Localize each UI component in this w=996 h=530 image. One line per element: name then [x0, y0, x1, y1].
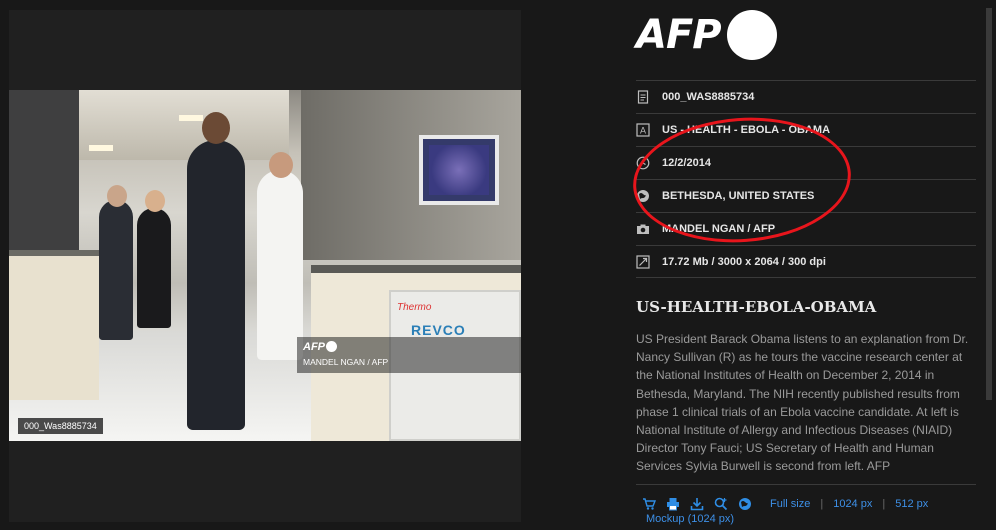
separator: | [820, 498, 824, 510]
print-icon[interactable] [666, 497, 680, 511]
globe-icon[interactable] [738, 497, 752, 511]
metadata-row-credit: MANDEL NGAN / AFP [636, 212, 976, 245]
photo-person [257, 170, 303, 360]
scrollbar[interactable] [986, 8, 992, 400]
main-photo[interactable]: Thermo REVCO AFP MANDEL NGAN / AFP 000_W… [9, 90, 521, 441]
globe-icon [636, 189, 650, 203]
article-description: US President Barack Obama listens to an … [636, 332, 969, 474]
page: Thermo REVCO AFP MANDEL NGAN / AFP 000_W… [0, 0, 996, 530]
metadata-value: BETHESDA, UNITED STATES [662, 190, 815, 202]
photo-head [269, 152, 293, 178]
metadata-row-location: BETHESDA, UNITED STATES [636, 179, 976, 212]
metadata-value: 12/2/2014 [662, 157, 711, 169]
metadata-value: MANDEL NGAN / AFP [662, 223, 776, 235]
watermark-credit: MANDEL NGAN / AFP [303, 357, 389, 367]
photo-id-tag: 000_Was8885734 [18, 418, 103, 434]
separator: | [882, 498, 886, 510]
download-icon[interactable] [690, 497, 704, 511]
photo-head [145, 190, 165, 212]
zoom-in-icon[interactable] [714, 497, 728, 511]
full-size-link[interactable]: Full size [770, 498, 810, 510]
machine-brand: Thermo [397, 302, 432, 313]
machine-label: REVCO [411, 322, 466, 338]
photo-bench-left [9, 250, 99, 400]
resize-icon [636, 254, 650, 269]
svg-text:A: A [640, 126, 646, 136]
metadata-value: US - HEALTH - EBOLA - OBAMA [662, 124, 831, 136]
metadata-list: 000_WAS8885734 A US - HEALTH - EBOLA - O… [636, 80, 976, 278]
photo-head [202, 112, 230, 144]
clock-icon [636, 156, 650, 170]
action-bar: Full size | 1024 px | 512 px Mockup (102… [636, 484, 976, 525]
camera-icon [636, 222, 650, 236]
metadata-row-filesize: 17.72 Mb / 3000 x 2064 / 300 dpi [636, 245, 976, 278]
size-1024-link[interactable]: 1024 px [833, 498, 872, 510]
photo-head [107, 185, 127, 207]
metadata-row-keywords: A US - HEALTH - EBOLA - OBAMA [636, 113, 976, 146]
logo-text: AFP [636, 12, 722, 58]
article-title: US-HEALTH-EBOLA-OBAMA [636, 298, 877, 316]
metadata-row-id: 000_WAS8885734 [636, 80, 976, 113]
photo-person [187, 140, 245, 430]
photo-person [99, 200, 133, 340]
photo-person [137, 208, 171, 328]
metadata-row-date: 12/2/2014 [636, 146, 976, 179]
text-icon: A [636, 123, 650, 137]
metadata-value: 000_WAS8885734 [662, 91, 755, 103]
photo-watermark: AFP MANDEL NGAN / AFP [297, 337, 521, 373]
metadata-value: 17.72 Mb / 3000 x 2064 / 300 dpi [662, 255, 826, 268]
photo-light [179, 115, 203, 121]
action-row: Full size | 1024 px | 512 px [642, 495, 976, 513]
afp-logo[interactable]: AFP [636, 10, 777, 60]
details-panel: AFP 000_WAS8885734 A US - HEALTH - EBOLA… [636, 0, 976, 530]
watermark-logo: AFP [303, 341, 337, 353]
cart-icon[interactable] [642, 497, 656, 511]
photo-monitor [419, 135, 499, 205]
mockup-link[interactable]: Mockup (1024 px) [646, 513, 976, 525]
logo-dot [726, 10, 777, 60]
document-icon [636, 90, 650, 104]
photo-light [89, 145, 113, 151]
size-512-link[interactable]: 512 px [895, 498, 928, 510]
